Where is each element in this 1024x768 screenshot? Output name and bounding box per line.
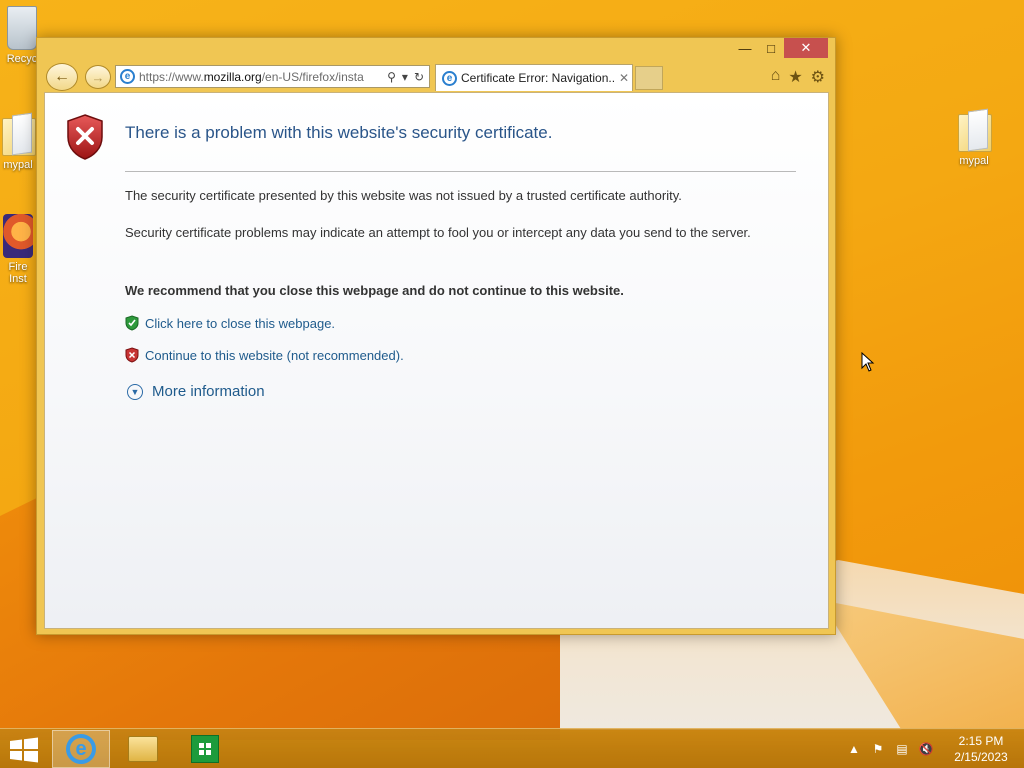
browser-window: — □ ✕ ← → e https://www.mozilla.org/en-U… xyxy=(36,37,836,635)
address-tools: ⚲ ▾ ↻ xyxy=(382,70,429,84)
recycle-bin-icon xyxy=(7,6,37,50)
volume-muted-icon[interactable]: 🔇 xyxy=(914,742,938,756)
refresh-icon[interactable]: ↻ xyxy=(414,70,424,84)
forward-button[interactable]: → xyxy=(85,65,111,89)
close-window-button[interactable]: ✕ xyxy=(784,38,828,58)
clock[interactable]: 2:15 PM 2/15/2023 xyxy=(938,733,1024,765)
continue-to-website-link[interactable]: Continue to this website (not recommende… xyxy=(125,347,404,363)
clock-time: 2:15 PM xyxy=(958,734,1004,748)
system-tray: ▲ ⚑ ▤ 🔇 2:15 PM 2/15/2023 xyxy=(842,729,1024,768)
mouse-cursor-icon xyxy=(861,352,875,372)
recommendation-text: We recommend that you close this webpage… xyxy=(125,283,624,298)
back-button[interactable]: ← xyxy=(46,63,78,91)
ie-tab-icon: e xyxy=(442,70,457,86)
page-content: There is a problem with this website's s… xyxy=(44,92,829,629)
gear-icon[interactable]: ⚙ xyxy=(811,67,825,87)
start-button[interactable] xyxy=(8,737,40,763)
desktop-icon-label: mypal xyxy=(959,155,989,167)
show-hidden-icons-chevron-icon[interactable]: ▲ xyxy=(842,742,866,756)
folder-icon xyxy=(0,112,38,156)
certificate-risk-message: Security certificate problems may indica… xyxy=(125,225,751,240)
window-controls: — □ ✕ xyxy=(732,38,828,58)
divider xyxy=(125,171,796,172)
taskbar-store[interactable] xyxy=(176,730,234,768)
home-icon[interactable]: ⌂ xyxy=(771,67,781,87)
url-suffix: /en-US/firefox/insta xyxy=(261,69,364,84)
more-information-label[interactable]: More information xyxy=(152,383,265,400)
desktop-icon-mypal[interactable]: mypal xyxy=(944,108,1004,167)
navigation-bar: ← → e https://www.mozilla.org/en-US/fire… xyxy=(37,62,835,92)
arrow-left-icon: ← xyxy=(54,68,70,85)
search-icon[interactable]: ⚲ xyxy=(387,70,396,84)
store-icon xyxy=(191,735,219,763)
page-title: There is a problem with this website's s… xyxy=(125,123,553,142)
tab-certificate-error[interactable]: e Certificate Error: Navigation... ✕ xyxy=(435,64,633,91)
folder-icon xyxy=(954,108,994,152)
url-text[interactable]: https://www.mozilla.org/en-US/firefox/in… xyxy=(139,70,382,84)
firefox-icon xyxy=(3,214,33,258)
ie-page-icon: e xyxy=(120,69,135,84)
continue-label[interactable]: Continue to this website (not recommende… xyxy=(145,348,404,363)
new-tab-button[interactable] xyxy=(635,66,663,90)
shield-x-icon xyxy=(125,347,139,363)
clock-date: 2/15/2023 xyxy=(954,750,1008,764)
tab-title: Certificate Error: Navigation... xyxy=(461,71,616,85)
chevron-down-icon[interactable]: ▾ xyxy=(402,70,408,84)
maximize-button[interactable]: □ xyxy=(758,38,784,58)
more-information-toggle[interactable]: ▼ More information xyxy=(127,383,265,400)
chevron-down-circle-icon: ▼ xyxy=(127,383,143,400)
url-prefix: https://www. xyxy=(139,69,204,84)
browser-toolbar: ⌂ ★ ⚙ xyxy=(771,67,825,87)
close-tab-icon[interactable]: ✕ xyxy=(616,71,632,85)
taskbar: e ▲ ⚑ ▤ 🔇 2:15 PM 2/15/2023 xyxy=(0,728,1024,768)
internet-explorer-icon: e xyxy=(66,734,96,764)
close-webpage-link[interactable]: Click here to close this webpage. xyxy=(125,315,335,331)
action-center-flag-icon[interactable]: ⚑ xyxy=(866,742,890,756)
url-domain: mozilla.org xyxy=(203,69,262,84)
shield-check-icon xyxy=(125,315,139,331)
taskbar-file-explorer[interactable] xyxy=(114,730,172,768)
certificate-issuer-message: The security certificate presented by th… xyxy=(125,188,682,203)
arrow-right-icon: → xyxy=(91,69,105,85)
network-icon[interactable]: ▤ xyxy=(890,742,914,756)
address-bar[interactable]: e https://www.mozilla.org/en-US/firefox/… xyxy=(115,65,430,88)
taskbar-internet-explorer[interactable]: e xyxy=(52,730,110,768)
file-explorer-icon xyxy=(128,736,158,762)
close-webpage-label[interactable]: Click here to close this webpage. xyxy=(145,316,335,331)
minimize-button[interactable]: — xyxy=(732,38,758,58)
favorites-star-icon[interactable]: ★ xyxy=(788,67,802,87)
shield-error-icon xyxy=(67,114,103,160)
